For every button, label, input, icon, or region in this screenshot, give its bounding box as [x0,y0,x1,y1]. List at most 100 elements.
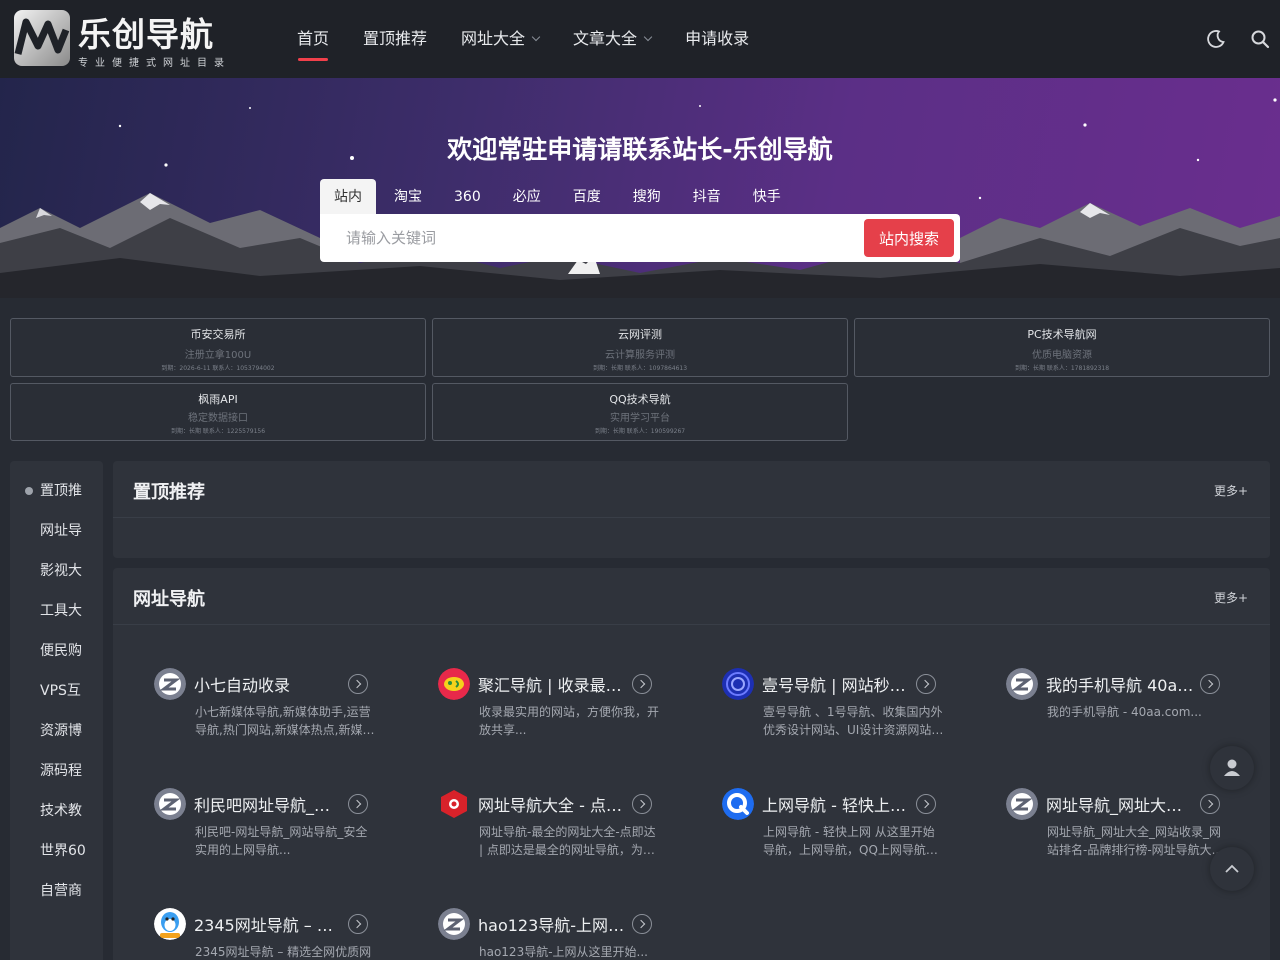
site-card[interactable]: 网址导航_网址大全_网站收录 网址导航_网址大全_网站收录_网站排名-品牌排行榜… [1006,788,1242,878]
site-desc: 网址导航-最全的网址大全-点即达 | 点即达是最全的网址导航，为您提供 [479,825,656,857]
fish-logo-icon [438,668,470,700]
sidebar-item-store[interactable]: 自营商 [10,871,103,911]
sidebar-item-label: 网址导 [40,523,82,539]
z-logo-icon [1006,788,1038,820]
main-nav: 首页 置顶推荐 网址大全 文章大全 申请收录 [280,0,766,78]
sidebar-item-label: 置顶推 [40,483,82,499]
ad-subtitle: 注册立拿100U [184,350,252,361]
site-card[interactable]: 聚汇导航 | 收录最实用的网站 收录最实用的网站，方便你我，开放共享... [438,668,674,758]
sidebar-item-label: 资源博 [40,723,82,739]
search-tab-douyin[interactable]: 抖音 [679,179,735,215]
sidebar-item-resources[interactable]: 资源博 [10,711,103,751]
site-card[interactable]: hao123导航-上网从这里开始 hao123导航-上网从这里开始... [438,908,674,960]
site-card[interactable]: 利民吧网址导航_网站导航 利民吧-网址导航_网站导航_安全实用的上网导航... [154,788,390,878]
sidebar-item-source[interactable]: 源码程 [10,751,103,791]
search-button[interactable]: 站内搜索 [864,219,954,257]
z-logo-icon [1006,668,1038,700]
red-star-icon [438,788,470,820]
nav-label: 申请收录 [685,29,750,48]
moon-icon[interactable] [1206,29,1226,49]
ad-title: 币安交易所 [190,328,246,341]
site-card[interactable]: 我的手机导航 40aa.com 我的手机导航 - 40aa.com... [1006,668,1242,758]
arrow-right-icon[interactable] [1200,794,1220,814]
sidebar-item-label: 技术教 [40,803,82,819]
site-desc: 利民吧-网址导航_网站导航_安全实用的上网导航... [195,825,368,857]
site-logo[interactable]: 乐创导航 专业便捷式网址目录 [14,10,224,69]
site-name: 利民吧网址导航_网站导航 [194,796,344,815]
site-card[interactable]: 上网导航 - 轻快上网从这里开始 上网导航 - 轻快上网 从这里开始导航，上网导… [722,788,958,878]
section-header: 置顶推荐 更多+ [113,461,1270,518]
ad-card[interactable]: 币安交易所 注册立拿100U 到期：2026-6-11 联系人：10537940… [10,318,426,377]
search-tab-baidu[interactable]: 百度 [559,179,615,215]
ad-card[interactable]: 枫雨API 稳定数据接口 到期：长期 联系人：1225579156 [10,383,426,441]
search-tab-bing[interactable]: 必应 [499,179,555,215]
nav-articles[interactable]: 文章大全 [556,0,668,78]
more-link[interactable]: 更多+ [1214,589,1248,606]
category-sidebar: 置顶推 网址导 影视大 工具大 便民购 VPS互 资源博 源码程 技术教 世界6… [10,461,103,960]
search-icon[interactable] [1250,29,1270,49]
banner-title: 欢迎常驻申请请联系站长-乐创导航 [447,135,833,164]
ad-title: PC技术导航网 [1027,328,1097,341]
hero-banner: 欢迎常驻申请请联系站长-乐创导航 站内 淘宝 360 必应 百度 搜狗 抖音 快… [0,78,1280,298]
arrow-right-icon[interactable] [632,674,652,694]
arrow-right-icon[interactable] [348,794,368,814]
logo-subtitle: 专业便捷式网址目录 [78,58,231,69]
ad-meta: 到期：长期 联系人：1781892318 [1014,365,1110,372]
user-button[interactable] [1210,746,1254,790]
search-tab-site[interactable]: 站内 [320,179,376,215]
arrow-right-icon[interactable] [632,794,652,814]
search-tab-taobao[interactable]: 淘宝 [380,179,436,215]
site-card[interactable]: 网址导航大全 - 点即达 网址导航-最全的网址大全-点即达 | 点即达是最全的网… [438,788,674,878]
nav-label: 文章大全 [573,29,638,48]
sidebar-item-shopping[interactable]: 便民购 [10,631,103,671]
search-tab-360[interactable]: 360 [440,179,495,215]
sidebar-item-pinned[interactable]: 置顶推 [10,471,103,511]
z-logo-icon [154,668,186,700]
sidebar-item-vps[interactable]: VPS互 [10,671,103,711]
site-card[interactable]: 壹号导航 | 网站秒收录 壹号导航 、1号导航、收集国内外优秀设计网站、UI设计… [722,668,958,758]
arrow-right-icon[interactable] [348,914,368,934]
nav-home[interactable]: 首页 [280,0,346,78]
ad-card[interactable]: PC技术导航网 优质电脑资源 到期：长期 联系人：1781892318 [854,318,1270,377]
blue-seal-icon [722,668,754,700]
search-tab-sogou[interactable]: 搜狗 [619,179,675,215]
ad-card[interactable]: 云网评测 云计算服务评测 到期：长期 联系人：1097864613 [432,318,848,377]
logo-title: 乐创导航 [78,15,214,54]
sidebar-item-video[interactable]: 影视大 [10,551,103,591]
user-icon [1224,759,1240,776]
sidebar-item-sites[interactable]: 网址导 [10,511,103,551]
nav-apply[interactable]: 申请收录 [668,0,766,78]
site-name: 网址导航大全 - 点即达 [478,796,628,815]
site-desc: hao123导航-上网从这里开始... [479,945,648,959]
sidebar-item-tutorials[interactable]: 技术教 [10,791,103,831]
site-desc: 壹号导航 、1号导航、收集国内外优秀设计网站、UI设计资源网站、灵感创意网站 [763,705,944,737]
search-tab-kuaishou[interactable]: 快手 [739,179,795,215]
arrow-right-icon[interactable] [1200,674,1220,694]
site-name: 小七自动收录 [194,676,291,695]
site-desc: 2345网址导航 – 精选全网优质网站 [195,945,372,959]
arrow-right-icon[interactable] [348,674,368,694]
arrow-right-icon[interactable] [632,914,652,934]
site-card[interactable]: 2345网址导航 – 精选全网优质网站 2345网址导航 – 精选全网优质网站 [154,908,390,960]
site-name: 网址导航_网址大全_网站收录 [1046,796,1196,815]
more-link[interactable]: 更多+ [1214,482,1248,499]
sidebar-item-tools[interactable]: 工具大 [10,591,103,631]
site-name: 2345网址导航 – 精选全网优质网站 [194,916,344,935]
ad-title: 云网评测 [618,328,662,341]
ad-card[interactable]: QQ技术导航 实用学习平台 到期：长期 联系人：190599267 [432,383,848,441]
search-box: 站内搜索 [320,214,960,262]
back-to-top-button[interactable] [1210,847,1254,891]
nav-sites[interactable]: 网址大全 [444,0,556,78]
arrow-right-icon[interactable] [916,674,936,694]
sidebar-item-label: 世界60 [40,843,86,859]
site-card[interactable]: 小七自动收录 小七新媒体导航,新媒体助手,运营导航,热门网站,新媒体热点,新媒体… [154,668,390,758]
sidebar-item-world[interactable]: 世界60 [10,831,103,871]
ad-meta: 到期：长期 联系人：1097864613 [592,365,688,372]
ad-title: 枫雨API [198,393,238,406]
back-to-top-icon [1225,864,1239,873]
arrow-right-icon[interactable] [916,794,936,814]
search-input[interactable] [332,220,852,256]
nav-pinned[interactable]: 置顶推荐 [346,0,444,78]
ad-subtitle: 云计算服务评测 [605,350,675,361]
site-desc: 小七新媒体导航,新媒体助手,运营导航,热门网站,新媒体热点,新媒体工具 [195,705,375,737]
